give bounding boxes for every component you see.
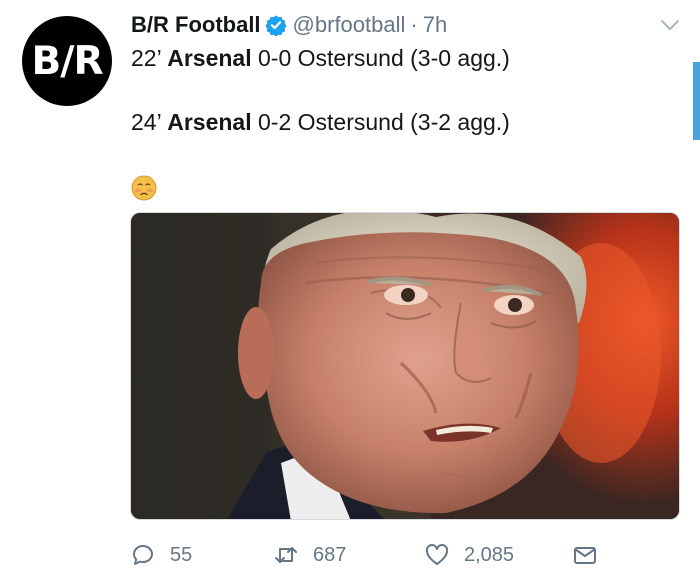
direct-message-button[interactable] <box>572 542 612 568</box>
tweet-line-1: 22’ Arsenal 0-0 Ostersund (3-0 agg.) <box>131 45 510 71</box>
separator-dot: · <box>410 12 418 37</box>
timestamp[interactable]: 7h <box>423 12 447 38</box>
tweet-text: 22’ Arsenal 0-0 Ostersund (3-0 agg.) 24’… <box>131 42 671 138</box>
disappointed-face-emoji <box>131 175 157 201</box>
reply-icon <box>133 545 153 565</box>
chevron-down-icon[interactable] <box>660 18 680 32</box>
reply-button[interactable]: 55 <box>130 542 192 568</box>
avatar-logo-text: B/R <box>31 38 103 84</box>
reply-count: 55 <box>170 543 193 566</box>
avatar[interactable]: B/R <box>22 16 112 106</box>
tweet-header: B/R Football @brfootball · 7h <box>131 10 447 40</box>
like-button[interactable]: 2,085 <box>424 542 514 568</box>
tweet-line-2: 24’ Arsenal 0-2 Ostersund (3-2 agg.) <box>131 109 510 135</box>
like-icon <box>425 543 449 565</box>
scrollbar-indicator[interactable] <box>693 62 700 140</box>
photo-image <box>131 213 679 519</box>
like-count: 2,085 <box>464 543 515 566</box>
verified-badge-icon <box>264 15 287 36</box>
tweet-photo[interactable] <box>130 212 680 520</box>
retweet-icon <box>275 547 297 563</box>
display-name[interactable]: B/R Football <box>131 12 261 38</box>
direct-message-icon <box>574 547 596 564</box>
retweet-count: 687 <box>313 543 347 566</box>
retweet-button[interactable]: 687 <box>273 542 346 568</box>
user-handle[interactable]: @brfootball <box>293 12 406 38</box>
